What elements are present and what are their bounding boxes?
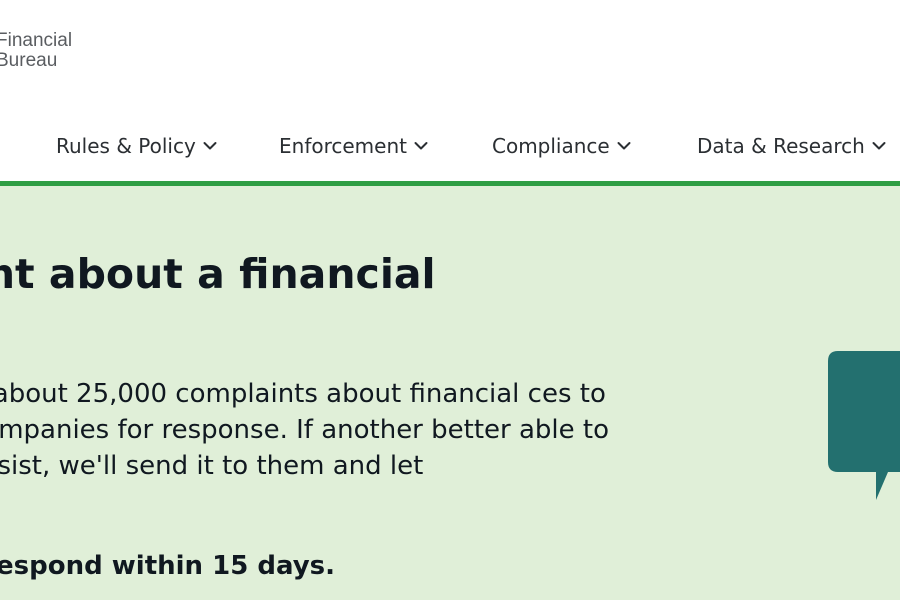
- chevron-down-icon: [414, 141, 428, 151]
- hero-body: d about 25,000 complaints about financia…: [0, 379, 609, 481]
- speech-bubble-icon: [828, 351, 900, 503]
- main-nav: Rules & Policy Enforcement Compliance Da…: [0, 126, 900, 166]
- page: Financial Bureau Rules & Policy Enforcem…: [0, 0, 900, 600]
- chevron-down-icon: [617, 141, 631, 151]
- nav-item-compliance[interactable]: Compliance: [492, 126, 631, 166]
- logo-line-2: Bureau: [0, 50, 58, 71]
- hero-section: mplaint about a financial ervice d about…: [0, 186, 900, 600]
- nav-item-label: Data & Research: [697, 134, 865, 158]
- nav-item-label: Rules & Policy: [56, 134, 196, 158]
- nav-item-rules-policy[interactable]: Rules & Policy: [56, 126, 217, 166]
- chevron-down-icon: [203, 141, 217, 151]
- nav-item-label: Compliance: [492, 134, 610, 158]
- nav-item-label: Enforcement: [279, 134, 407, 158]
- site-logo[interactable]: Financial Bureau: [0, 31, 72, 71]
- logo-line-1: Financial: [0, 30, 73, 51]
- nav-item-data-research[interactable]: Data & Research: [697, 126, 886, 166]
- site-header: Financial Bureau Rules & Policy Enforcem…: [0, 0, 900, 182]
- nav-item-enforcement[interactable]: Enforcement: [279, 126, 428, 166]
- hero-response-note: espond within 15 days.: [0, 551, 335, 581]
- chevron-down-icon: [872, 141, 886, 151]
- hero-title: mplaint about a financial ervice: [0, 250, 436, 298]
